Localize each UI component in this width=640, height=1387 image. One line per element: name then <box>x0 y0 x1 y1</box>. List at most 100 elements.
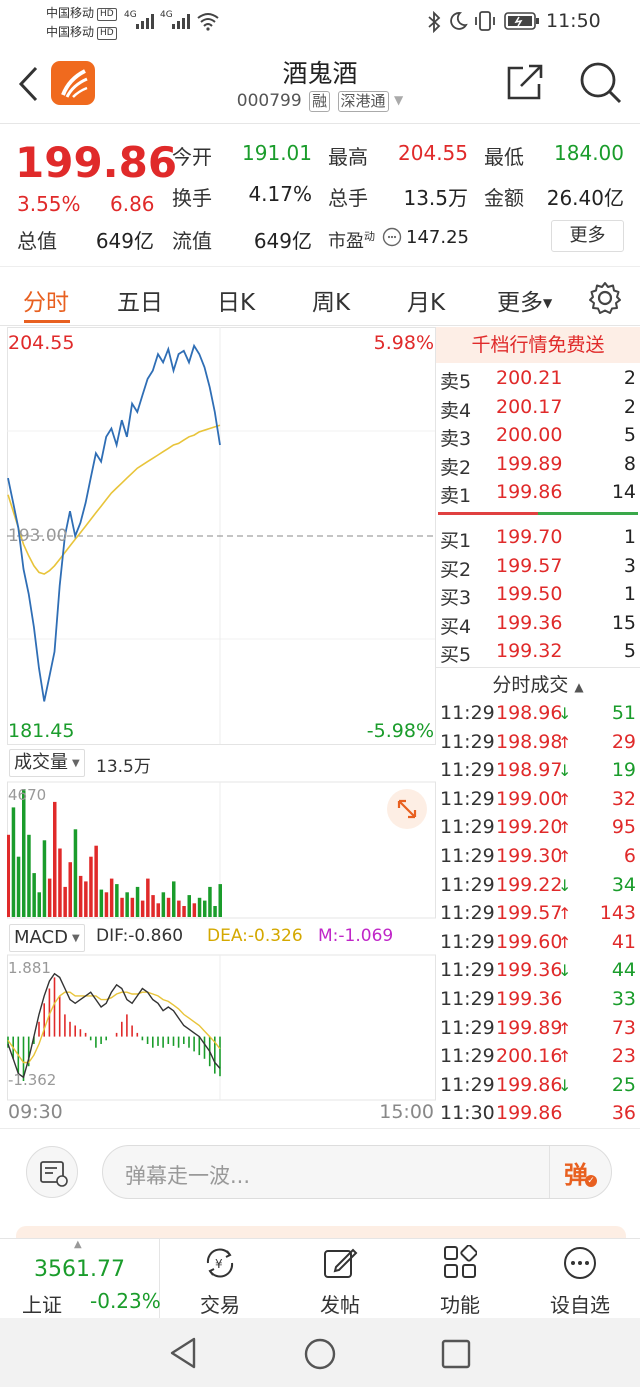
trade-direction-icon: ↓ <box>558 1075 572 1095</box>
trade-direction-icon: ↑ <box>558 904 572 924</box>
trade-price: 198.98 <box>496 730 563 753</box>
volume-max-label: 4670 <box>8 786 47 804</box>
trade-price: 199.22 <box>496 873 563 896</box>
nav-functions[interactable]: 功能 <box>400 1239 520 1319</box>
trade-qty: 95 <box>611 816 636 839</box>
stock-header: 酒鬼酒 000799 融 深港通 ▼ <box>0 44 640 122</box>
nav-trade[interactable]: ¥ 交易 <box>160 1239 280 1319</box>
recent-apps-square-icon[interactable] <box>441 1339 471 1369</box>
more-quote-button[interactable]: 更多 <box>551 220 624 252</box>
settings-gear-icon[interactable] <box>588 281 622 315</box>
trade-time: 11:29 <box>440 702 495 724</box>
pe-label: 市盈动 <box>328 230 375 252</box>
bid-row[interactable]: 买4 199.36 15 <box>436 610 640 638</box>
trade-direction-icon: ↑ <box>558 732 572 752</box>
bid-row[interactable]: 买2 199.57 3 <box>436 553 640 581</box>
nav-post[interactable]: 发帖 <box>280 1239 400 1319</box>
tab-weekly-k[interactable]: 周K <box>312 283 350 317</box>
comment-bar: 弹幕走一波... 弹 ✓ <box>0 1128 640 1240</box>
dropdown-caret-icon[interactable]: ▼ <box>394 93 403 107</box>
pct-high-label: 5.98% <box>373 332 434 354</box>
trade-qty: 44 <box>611 959 636 982</box>
ask-qty: 2 <box>623 367 636 389</box>
battery-icon <box>504 12 539 30</box>
trade-time: 11:29 <box>440 787 495 810</box>
price-low-label: 181.45 <box>8 720 75 742</box>
volume-bar <box>32 873 36 917</box>
ask-row[interactable]: 卖4 200.17 2 <box>436 394 640 422</box>
turnover-label: 换手 <box>172 186 212 210</box>
bid-level-label: 买3 <box>440 587 472 610</box>
moon-icon <box>450 12 468 30</box>
bid-row[interactable]: 买5 199.32 5 <box>436 638 640 666</box>
expand-button[interactable] <box>387 789 427 829</box>
volume-bars <box>7 789 222 917</box>
ask-row[interactable]: 卖3 200.00 5 <box>436 422 640 450</box>
trades-header-caret-icon: ▲ <box>574 680 584 694</box>
nav-watchlist[interactable]: 设自选 <box>520 1239 640 1319</box>
low-label: 最低 <box>484 145 524 169</box>
status-bar: 中国移动 HD 中国移动 HD 4G 4G 11:50 <box>0 0 640 44</box>
tab-daily-k[interactable]: 日K <box>217 283 255 317</box>
trade-price: 199.86 <box>496 1073 563 1096</box>
trade-price: 199.20 <box>496 816 563 839</box>
volume-bar <box>73 829 78 917</box>
home-circle-icon[interactable] <box>304 1338 336 1370</box>
trade-time: 11:29 <box>440 845 495 867</box>
tab-five-day[interactable]: 五日 <box>117 283 163 317</box>
trade-time: 11:29 <box>440 759 495 782</box>
ask-row[interactable]: 卖2 199.89 8 <box>436 451 640 479</box>
danmu-input[interactable]: 弹幕走一波... 弹 ✓ <box>102 1145 612 1199</box>
trade-time: 11:30 <box>440 1102 495 1125</box>
danmu-label: 弹 <box>564 1161 588 1189</box>
trade-direction-icon: ↓ <box>558 961 572 981</box>
volume-bar <box>140 900 145 917</box>
danmu-toggle-button[interactable]: 弹 ✓ <box>549 1146 611 1198</box>
ask-qty: 14 <box>611 481 636 504</box>
trade-price: 199.89 <box>496 1016 563 1039</box>
post-edit-icon <box>324 1248 358 1278</box>
trade-qty: 6 <box>623 845 636 867</box>
volume-indicator-select[interactable]: 成交量 ▼ <box>9 749 85 777</box>
share-icon[interactable] <box>505 62 545 102</box>
trade-time: 11:29 <box>440 816 495 839</box>
tab-monthly-k[interactable]: 月K <box>407 283 445 317</box>
trade-price: 199.57 <box>496 902 563 925</box>
svg-text:¥: ¥ <box>215 1257 223 1271</box>
trade-direction-icon: ↑ <box>558 1018 572 1038</box>
volume-bar <box>135 886 140 917</box>
trade-price: 199.36 <box>496 988 563 1010</box>
tab-more[interactable]: 更多▼ <box>497 283 552 317</box>
danmu-settings-button[interactable] <box>26 1146 78 1198</box>
volume-bar <box>89 856 93 917</box>
turnover-value: 4.17% <box>248 182 312 206</box>
trade-direction-icon: ↑ <box>558 818 572 838</box>
bid-row[interactable]: 买1 199.70 1 <box>436 524 640 552</box>
level2-promo-banner[interactable]: 千档行情免费送 <box>436 327 640 363</box>
nav-post-label: 发帖 <box>320 1293 360 1317</box>
tab-intraday[interactable]: 分时 <box>23 283 69 317</box>
trade-qty: 33 <box>611 988 636 1010</box>
volume-bar <box>130 897 135 917</box>
trade-qty: 51 <box>611 702 636 724</box>
macd-indicator-select[interactable]: MACD ▼ <box>9 924 85 952</box>
bid-price: 199.57 <box>496 554 563 577</box>
bid-qty: 1 <box>623 526 636 548</box>
index-ticker[interactable]: ▲ 3561.77 上证 -0.23% <box>0 1239 161 1319</box>
trades-header[interactable]: 分时成交 ▲ <box>436 670 640 697</box>
back-triangle-icon[interactable] <box>168 1336 198 1370</box>
stock-code: 000799 <box>236 91 302 111</box>
ask-row[interactable]: 卖1 199.86 14 <box>436 479 640 507</box>
bid-ratio-bar <box>538 512 638 515</box>
bid-row[interactable]: 买3 199.50 1 <box>436 581 640 609</box>
search-icon[interactable] <box>578 60 624 106</box>
volume-bar <box>11 807 16 917</box>
high-value: 204.55 <box>398 141 468 165</box>
trade-price: 199.86 <box>496 1102 563 1125</box>
carrier-label-2: 中国移动 HD <box>46 23 117 40</box>
high-label: 最高 <box>328 145 368 169</box>
wifi-icon <box>197 13 219 31</box>
mktcap-label: 总值 <box>17 229 57 253</box>
ask-row[interactable]: 卖5 200.21 2 <box>436 365 640 393</box>
chart-tabs: 分时 五日 日K 周K 月K 更多▼ <box>0 266 640 326</box>
